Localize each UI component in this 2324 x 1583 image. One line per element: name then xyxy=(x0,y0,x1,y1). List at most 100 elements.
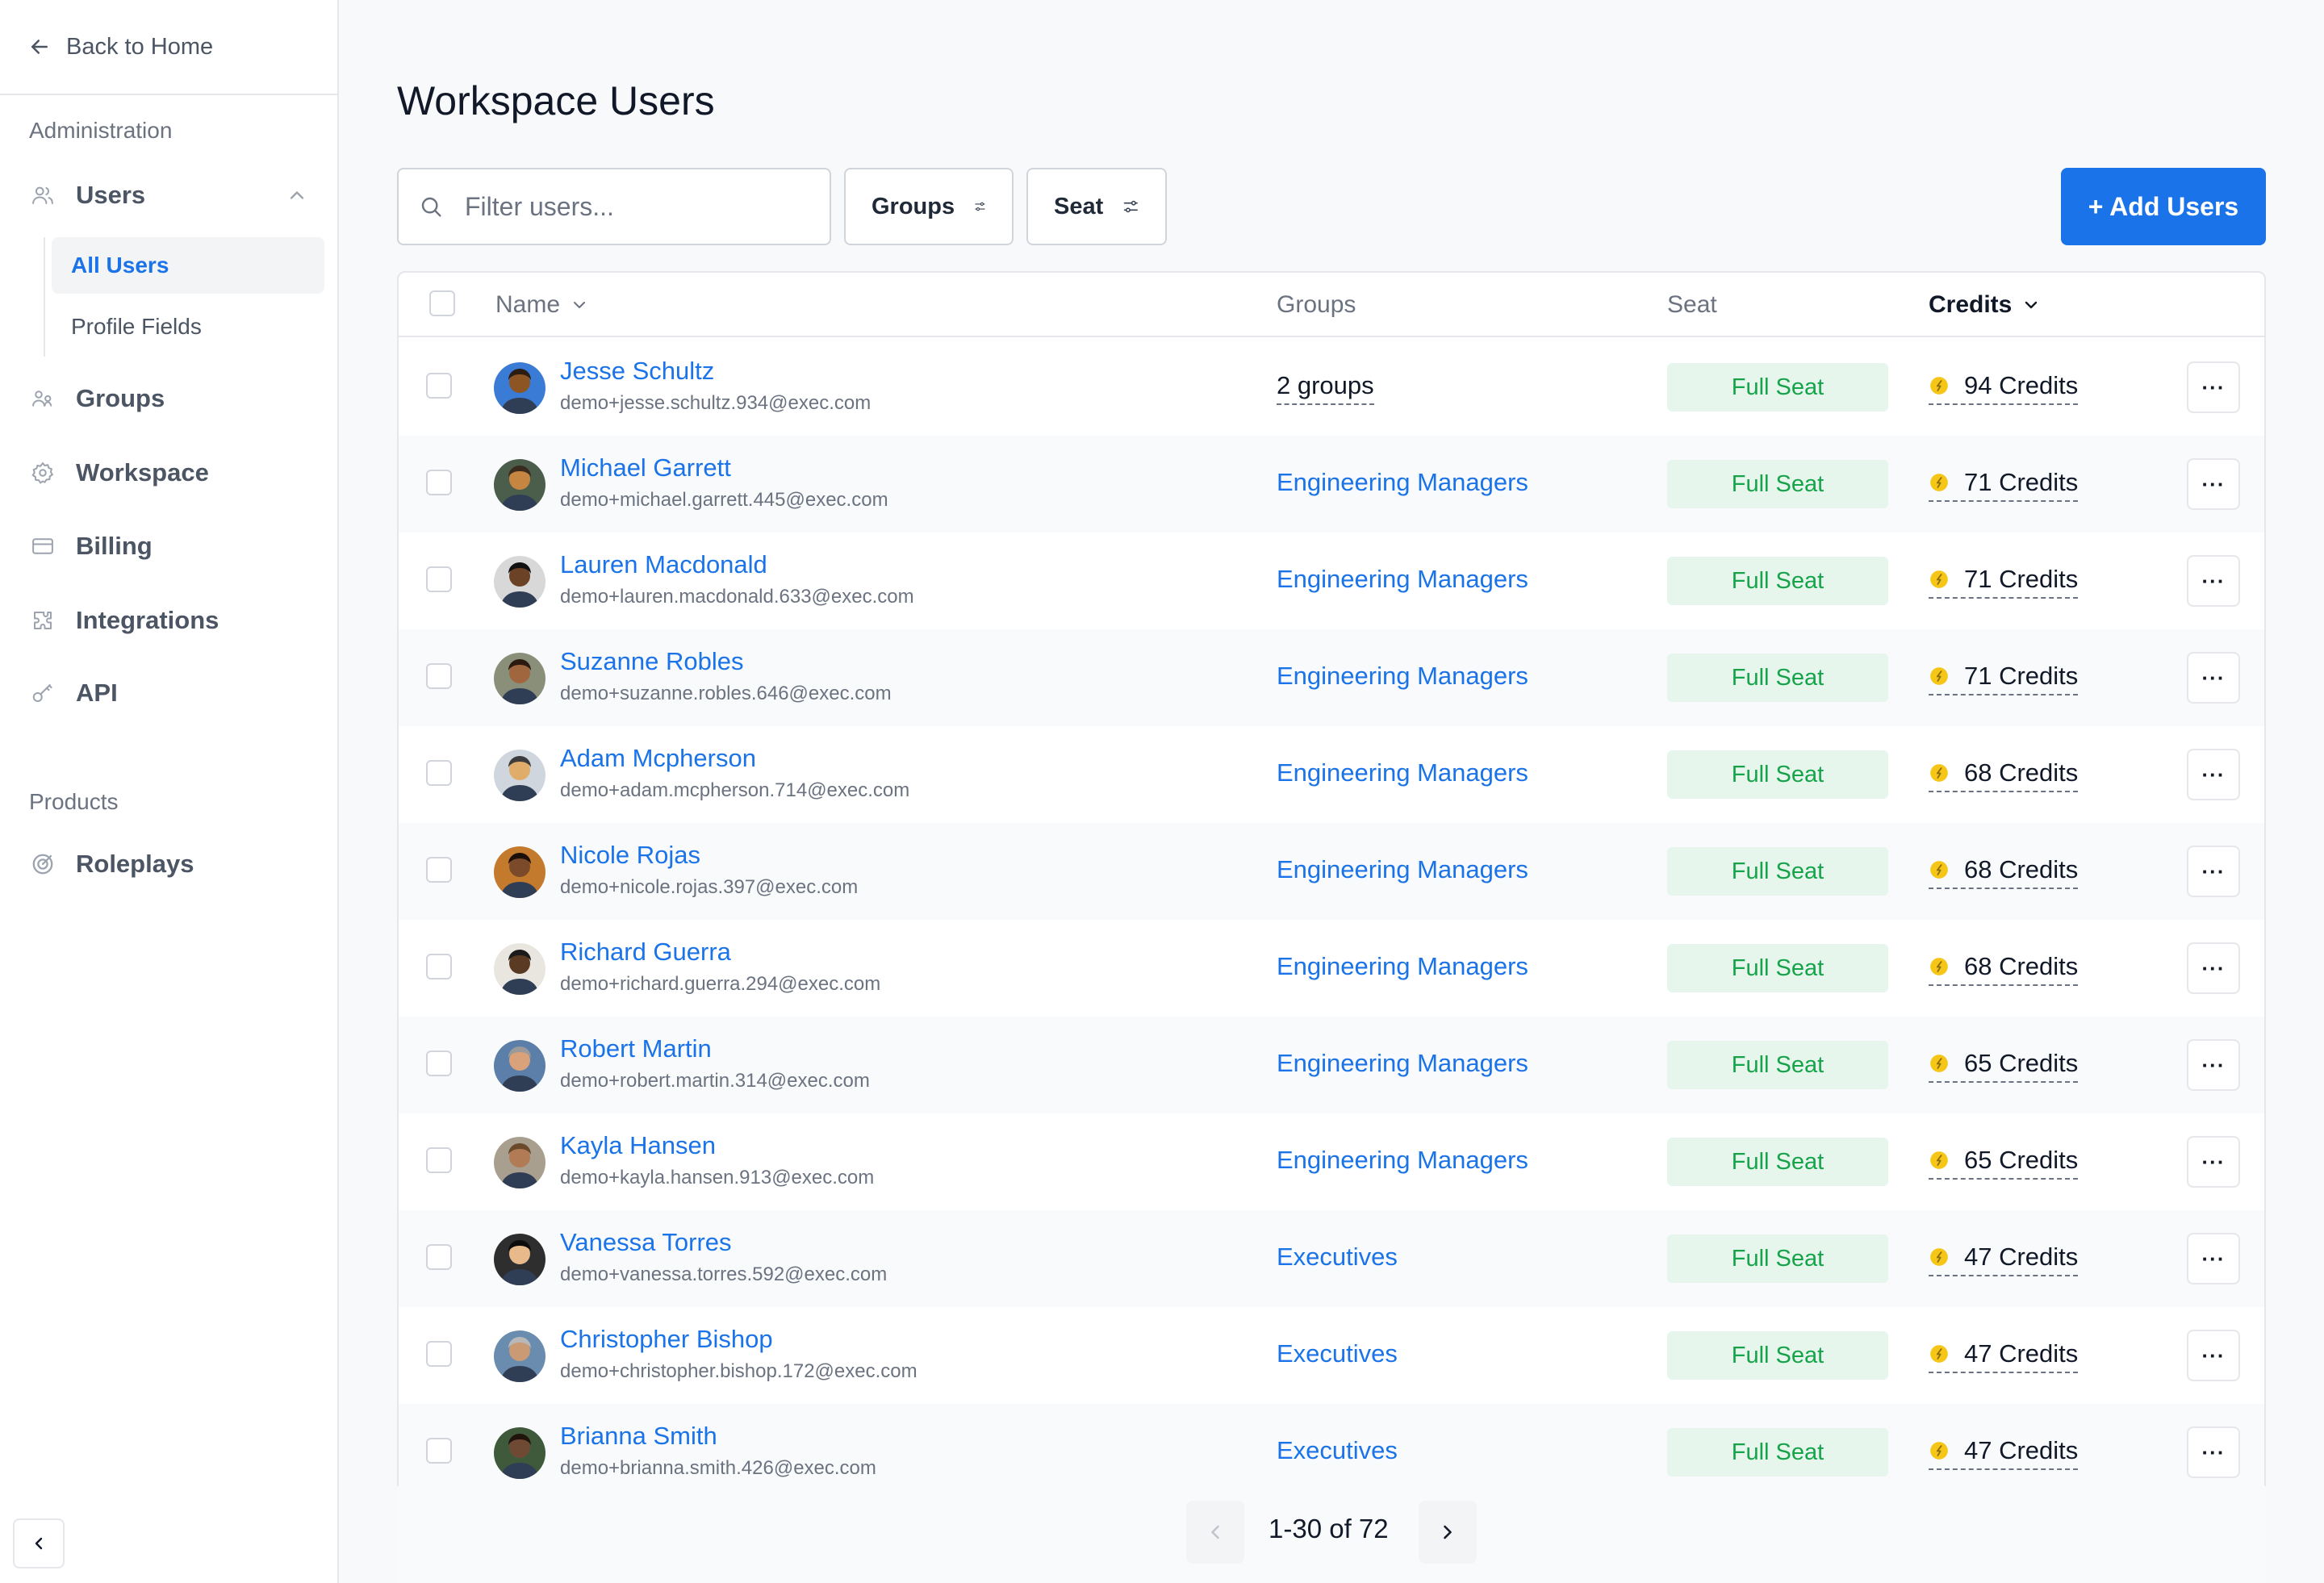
credits-value[interactable]: 65 Credits xyxy=(1929,1146,2079,1180)
row-actions-button[interactable]: ··· xyxy=(2187,942,2240,994)
user-name-link[interactable]: Adam Mcpherson xyxy=(560,744,756,773)
row-actions-button[interactable]: ··· xyxy=(2187,1136,2240,1188)
user-name-link[interactable]: Richard Guerra xyxy=(560,938,731,967)
user-name-link[interactable]: Jesse Schultz xyxy=(560,357,714,386)
group-link[interactable]: Engineering Managers xyxy=(1277,758,1528,787)
sidebar-item-groups[interactable]: Groups xyxy=(29,374,308,423)
user-name-link[interactable]: Brianna Smith xyxy=(560,1422,717,1451)
row-checkbox[interactable] xyxy=(426,954,452,979)
row-checkbox[interactable] xyxy=(426,1050,452,1076)
credits-value[interactable]: 65 Credits xyxy=(1929,1049,2079,1083)
gear-icon xyxy=(29,459,56,487)
column-header-seat[interactable]: Seat xyxy=(1667,273,1717,337)
coin-icon xyxy=(1930,764,1948,782)
row-checkbox[interactable] xyxy=(426,1438,452,1464)
row-checkbox[interactable] xyxy=(426,1244,452,1270)
credits-value[interactable]: 71 Credits xyxy=(1929,662,2079,695)
sidebar-item-users[interactable]: Users xyxy=(29,171,308,219)
row-actions-button[interactable]: ··· xyxy=(2187,1039,2240,1091)
add-users-button[interactable]: + Add Users xyxy=(2061,168,2266,245)
column-header-credits-label: Credits xyxy=(1929,291,2013,318)
row-actions-button[interactable]: ··· xyxy=(2187,361,2240,413)
sidebar-item-billing[interactable]: Billing xyxy=(29,522,308,570)
group-link[interactable]: Engineering Managers xyxy=(1277,952,1528,981)
chevron-left-icon xyxy=(1211,1525,1219,1539)
user-name-link[interactable]: Suzanne Robles xyxy=(560,647,744,676)
column-header-name[interactable]: Name xyxy=(495,273,589,337)
column-header-groups[interactable]: Groups xyxy=(1277,273,1356,337)
sidebar-item-roleplays[interactable]: Roleplays xyxy=(29,840,308,888)
user-name-link[interactable]: Michael Garrett xyxy=(560,453,731,482)
table-row: Nicole Rojas demo+nicole.rojas.397@exec.… xyxy=(399,823,2264,920)
groups-icon xyxy=(29,385,56,412)
row-checkbox[interactable] xyxy=(426,1147,452,1173)
credits-value[interactable]: 47 Credits xyxy=(1929,1339,2079,1373)
search-box[interactable] xyxy=(397,168,831,245)
credits-value[interactable]: 47 Credits xyxy=(1929,1243,2079,1276)
row-actions-button[interactable]: ··· xyxy=(2187,652,2240,704)
group-link[interactable]: Engineering Managers xyxy=(1277,468,1528,497)
groups-filter-label: Groups xyxy=(872,193,955,219)
sidebar-item-api[interactable]: API xyxy=(29,669,308,717)
credits-value[interactable]: 68 Credits xyxy=(1929,952,2079,986)
user-name-link[interactable]: Kayla Hansen xyxy=(560,1131,716,1160)
row-checkbox[interactable] xyxy=(426,470,452,495)
row-actions-button[interactable]: ··· xyxy=(2187,749,2240,800)
sidebar-item-profile-fields[interactable]: Profile Fields xyxy=(52,299,324,355)
credits-label: 71 Credits xyxy=(1964,565,2079,593)
row-checkbox[interactable] xyxy=(426,760,452,786)
row-checkbox[interactable] xyxy=(426,857,452,883)
user-name-link[interactable]: Christopher Bishop xyxy=(560,1325,773,1354)
user-name-link[interactable]: Nicole Rojas xyxy=(560,841,700,870)
sidebar-item-integrations[interactable]: Integrations xyxy=(29,596,308,645)
group-link[interactable]: Executives xyxy=(1277,1339,1398,1368)
row-checkbox[interactable] xyxy=(426,566,452,592)
group-link[interactable]: Engineering Managers xyxy=(1277,1049,1528,1078)
groups-count-link[interactable]: 2 groups xyxy=(1277,371,1374,405)
sidebar-item-all-users[interactable]: All Users xyxy=(52,237,324,294)
column-header-credits[interactable]: Credits xyxy=(1929,273,2041,337)
user-email: demo+robert.martin.314@exec.com xyxy=(560,1070,870,1092)
group-link[interactable]: Executives xyxy=(1277,1243,1398,1272)
user-name-link[interactable]: Robert Martin xyxy=(560,1034,712,1063)
user-name-link[interactable]: Lauren Macdonald xyxy=(560,550,767,579)
row-actions-button[interactable]: ··· xyxy=(2187,555,2240,607)
group-link[interactable]: Executives xyxy=(1277,1436,1398,1465)
avatar xyxy=(494,1040,545,1092)
previous-page-button[interactable] xyxy=(1186,1501,1244,1564)
seat-filter-button[interactable]: Seat xyxy=(1026,168,1167,245)
row-actions-button[interactable]: ··· xyxy=(2187,1233,2240,1284)
sidebar-item-workspace-label: Workspace xyxy=(76,458,209,487)
coin-icon xyxy=(1930,1151,1948,1169)
credits-value[interactable]: 94 Credits xyxy=(1929,371,2079,405)
row-actions-button[interactable]: ··· xyxy=(2187,458,2240,510)
search-input[interactable] xyxy=(465,191,820,222)
seat-badge: Full Seat xyxy=(1667,847,1888,896)
credits-value[interactable]: 47 Credits xyxy=(1929,1436,2079,1470)
back-to-home-link[interactable]: Back to Home xyxy=(0,0,337,95)
select-all-checkbox[interactable] xyxy=(429,290,455,316)
next-page-button[interactable] xyxy=(1419,1501,1477,1564)
user-email: demo+michael.garrett.445@exec.com xyxy=(560,489,888,511)
row-actions-button[interactable]: ··· xyxy=(2187,1426,2240,1478)
group-link[interactable]: Engineering Managers xyxy=(1277,855,1528,884)
user-name-link[interactable]: Vanessa Torres xyxy=(560,1228,732,1257)
credits-value[interactable]: 71 Credits xyxy=(1929,565,2079,599)
group-link[interactable]: Engineering Managers xyxy=(1277,662,1528,691)
group-link[interactable]: Engineering Managers xyxy=(1277,1146,1528,1175)
chevron-up-icon[interactable] xyxy=(286,184,308,207)
row-actions-button[interactable]: ··· xyxy=(2187,1330,2240,1381)
row-checkbox[interactable] xyxy=(426,1341,452,1367)
sidebar-item-workspace[interactable]: Workspace xyxy=(29,449,308,497)
group-link[interactable]: Engineering Managers xyxy=(1277,565,1528,594)
credits-value[interactable]: 68 Credits xyxy=(1929,855,2079,889)
collapse-sidebar-button[interactable] xyxy=(13,1518,65,1568)
row-checkbox[interactable] xyxy=(426,663,452,689)
avatar xyxy=(494,1330,545,1382)
row-actions-button[interactable]: ··· xyxy=(2187,846,2240,897)
groups-filter-button[interactable]: Groups xyxy=(844,168,1014,245)
credits-value[interactable]: 68 Credits xyxy=(1929,758,2079,792)
sliders-icon xyxy=(975,202,985,211)
row-checkbox[interactable] xyxy=(426,373,452,399)
credits-value[interactable]: 71 Credits xyxy=(1929,468,2079,502)
